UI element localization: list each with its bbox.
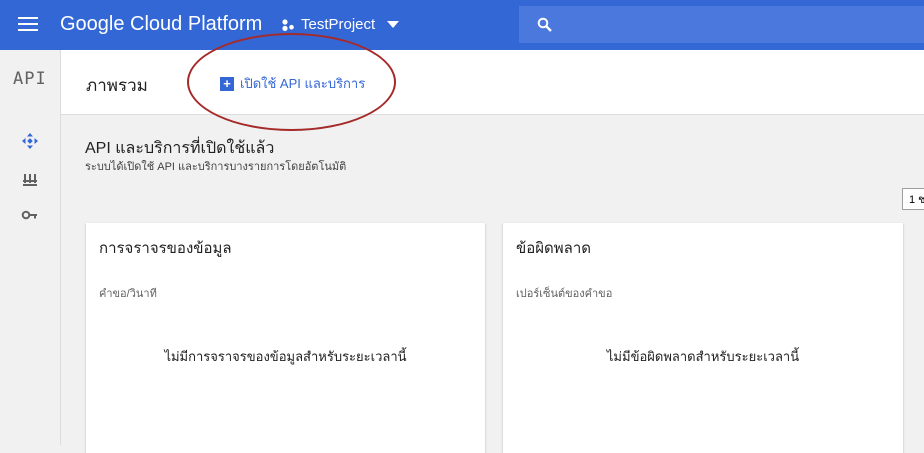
menu-icon[interactable] xyxy=(18,15,38,33)
card-metric-label: เปอร์เซ็นต์ของคำขอ xyxy=(516,288,613,300)
api-logo: API xyxy=(13,69,47,89)
card-title: การจราจรของข้อมูล xyxy=(99,240,232,257)
sidebar: API xyxy=(0,50,61,445)
time-range-select[interactable]: 1 ช xyxy=(902,188,924,210)
traffic-card: การจราจรของข้อมูล คำขอ/วินาที ไม่มีการจร… xyxy=(86,223,485,453)
project-selector[interactable]: TestProject xyxy=(281,16,400,33)
project-dots-icon xyxy=(282,18,294,31)
card-title: ข้อผิดพลาด xyxy=(516,240,592,257)
project-name: TestProject xyxy=(301,16,376,33)
app-title[interactable]: Google Cloud Platform xyxy=(60,13,262,36)
section-subtitle: ระบบได้เปิดใช้ API และบริการบางรายการโดย… xyxy=(85,161,347,173)
card-empty-message: ไม่มีข้อผิดพลาดสำหรับระยะเวลานี้ xyxy=(606,349,800,364)
card-metric-label: คำขอ/วินาที xyxy=(99,288,157,300)
api-dashboard-icon xyxy=(22,133,38,149)
search-box[interactable] xyxy=(519,6,924,43)
card-empty-message: ไม่มีการจราจรของข้อมูลสำหรับระยะเวลานี้ xyxy=(164,349,407,364)
sidebar-item-library[interactable] xyxy=(0,162,60,194)
key-icon xyxy=(21,210,37,220)
page-title: ภาพรวม xyxy=(86,76,148,95)
sidebar-item-dashboard[interactable] xyxy=(0,124,60,156)
errors-card: ข้อผิดพลาด เปอร์เซ็นต์ของคำขอ ไม่มีข้อผิ… xyxy=(503,223,903,453)
dropdown-arrow-icon xyxy=(387,20,400,28)
search-icon xyxy=(537,17,552,32)
library-icon xyxy=(23,174,37,186)
sidebar-item-credentials[interactable] xyxy=(0,198,60,230)
annotation-circle xyxy=(187,33,396,131)
top-bar: Google Cloud Platform TestProject xyxy=(0,0,924,50)
